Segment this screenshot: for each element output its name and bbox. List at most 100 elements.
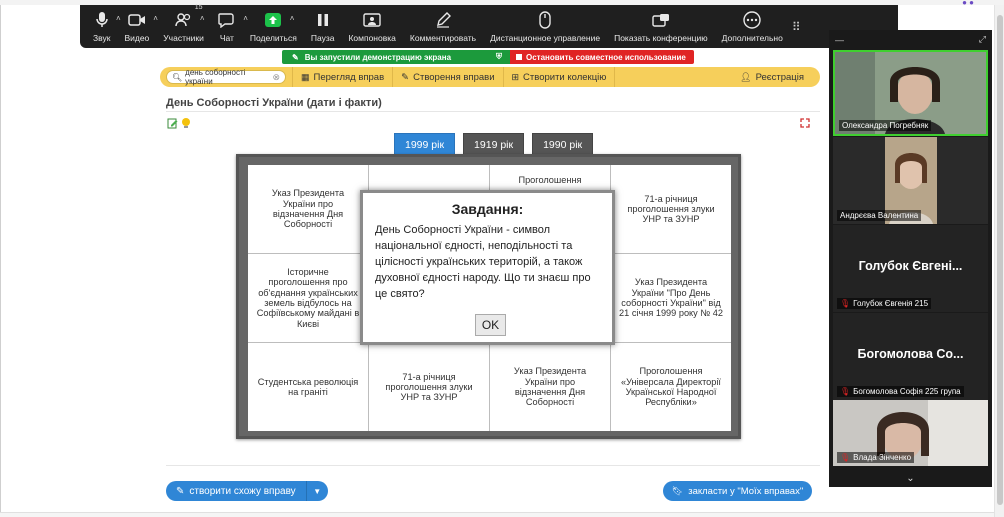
chevron-up-icon[interactable]: ˄ [290, 14, 295, 23]
participant-video-tile[interactable]: Андрєєва Валентина [833, 137, 988, 224]
create-similar-label: створити схожу вправу [189, 485, 296, 497]
puzzle-piece[interactable]: Указ Президента України про відзначення … [490, 343, 610, 431]
participants-label: Участники [163, 33, 204, 43]
share-screen-button[interactable]: ˄ Поделиться [243, 5, 304, 48]
collection-icon: ⊞ [511, 71, 520, 82]
user-icon: 👤︎ [740, 71, 752, 82]
puzzle-piece[interactable]: Указ Президента України про відзначення … [248, 165, 368, 253]
window-dots-icon: ● ● [962, 0, 974, 7]
pencil-icon: ✎ [401, 71, 410, 83]
puzzle-piece[interactable]: Історичне проголошення про об'єднання ук… [248, 254, 368, 342]
annotate-button[interactable]: Комментировать [403, 5, 483, 48]
fullscreen-icon[interactable] [800, 118, 810, 128]
stop-share-button[interactable]: Остановить совместное использование [510, 50, 694, 64]
participant-video-tile[interactable]: Олександра Погребняк [833, 50, 988, 136]
more-label: Дополнительно [721, 33, 783, 43]
chevron-down-icon[interactable]: ⌄ [829, 473, 992, 484]
pin-icon: ✎ [292, 52, 299, 62]
nav-register-label: Реєстрація [755, 71, 804, 83]
puzzle-piece-text: 71-а річниця проголошення злуки УНР та З… [385, 371, 473, 403]
minimize-icon[interactable]: — [835, 35, 844, 45]
participant-video-tile[interactable]: 🎙︎ Влада Зінченко [833, 400, 988, 466]
participant-name-text: Влада Зінченко [853, 453, 912, 462]
search-input[interactable]: 🔍︎ день соборності україни ⊗ [166, 68, 286, 86]
participants-icon [174, 13, 190, 27]
search-value: день соборності україни [185, 68, 246, 86]
puzzle-piece-text: Указ Президента України про відзначення … [513, 366, 587, 408]
tab-1990[interactable]: 1990 рік [532, 133, 594, 155]
pause-button[interactable]: Пауза [304, 5, 342, 48]
stop-share-label: Остановить совместное использование [526, 52, 686, 62]
microphone-icon [95, 12, 108, 27]
layout-label: Компоновка [348, 33, 396, 43]
show-meeting-icon [652, 14, 669, 27]
edit-note-icon[interactable] [167, 117, 179, 129]
puzzle-piece-text: 71-а річниця проголошення злуки УНР та З… [627, 193, 715, 225]
remote-control-mouse-icon [539, 11, 551, 29]
layout-button[interactable]: Компоновка [341, 5, 402, 48]
chat-icon [218, 13, 234, 28]
puzzle-piece-text: Проголошення «Універсала Директорії Укра… [621, 366, 721, 408]
puzzle-piece[interactable]: Студентська революція на граніті [248, 343, 368, 431]
chevron-down-icon[interactable]: ▼ [305, 481, 328, 501]
nav-create-app[interactable]: ✎ Створення вправи [393, 67, 504, 87]
participant-name: 🎙︎ Влада Зінченко [837, 452, 915, 463]
bookmark-button[interactable]: 🔖︎ закласти у "Моїх вправах" [663, 481, 812, 501]
layout-icon [363, 13, 381, 27]
task-dialog: Завдання: День Соборності України - симв… [360, 190, 615, 345]
muted-mic-icon: 🎙︎ [840, 299, 851, 308]
more-button[interactable]: Дополнительно [715, 5, 790, 48]
puzzle-piece[interactable]: 71-а річниця проголошення злуки УНР та З… [369, 343, 489, 431]
year-tabs: 1999 рік 1919 рік 1990 рік [394, 133, 594, 155]
nav-create-label: Створення вправи [413, 71, 495, 83]
more-icon [743, 11, 761, 29]
participant-display-name: Богомолова Со... [857, 347, 964, 361]
nav-register[interactable]: 👤︎ Реєстрація [732, 67, 812, 87]
participants-count: 15 [194, 4, 203, 11]
nav-create-collection[interactable]: ⊞ Створити колекцію [504, 67, 616, 87]
chat-button[interactable]: ˄ Чат [211, 5, 248, 48]
tab-1999[interactable]: 1999 рік [394, 133, 456, 155]
annotate-pen-icon [436, 12, 451, 28]
puzzle-piece-text: Студентська революція на граніті [257, 376, 359, 397]
remote-control-button[interactable]: Дистанционное управление [483, 5, 607, 48]
participant-tile[interactable]: Голубок Євгені... 🎙︎ Голубок Євгенія 215 [833, 225, 988, 312]
page-title: День Соборності України (дати і факти) [166, 97, 382, 109]
clear-search-icon[interactable]: ⊗ [272, 72, 280, 83]
participant-tile[interactable]: Богомолова Со... 🎙︎ Богомолова Софія 225 … [833, 313, 988, 400]
puzzle-piece-text: Указ Президента України про відзначення … [271, 188, 345, 230]
show-meeting-label: Показать конференцию [614, 33, 708, 43]
participant-name: Андрєєва Валентина [837, 210, 922, 221]
video-camera-icon [128, 14, 145, 26]
bookmark-label: закласти у "Моїх вправах" [688, 485, 804, 497]
pause-icon [317, 14, 328, 26]
puzzle-piece[interactable]: Проголошення «Універсала Директорії Укра… [611, 343, 731, 431]
video-gallery-panel: — ⤢ Олександра Погребняк Андрєєва Валент… [829, 30, 992, 487]
muted-mic-icon: 🎙︎ [840, 453, 851, 462]
participants-button[interactable]: 15 ˄ Участники [156, 4, 211, 48]
show-meeting-button[interactable]: Показать конференцию [607, 5, 715, 48]
puzzle-piece[interactable]: Указ Президента України "Про День соборн… [611, 254, 731, 342]
page-scrollbar[interactable] [994, 5, 1004, 517]
drag-handle-icon[interactable]: ⠿ [792, 20, 801, 34]
scrollbar-thumb[interactable] [997, 15, 1003, 505]
participant-name-text: Богомолова Софія 225 група [853, 387, 961, 396]
audio-button[interactable]: ˄ Звук [86, 5, 121, 48]
hint-bulb-icon[interactable] [180, 117, 192, 129]
tab-1919[interactable]: 1919 рік [463, 133, 525, 155]
chevron-up-icon[interactable]: ˄ [200, 14, 205, 23]
puzzle-piece[interactable]: 71-а річниця проголошення злуки УНР та З… [611, 165, 731, 253]
pause-label: Пауза [310, 33, 335, 43]
muted-mic-icon: 🎙︎ [840, 387, 851, 396]
participant-name: 🎙︎ Голубок Євгенія 215 [837, 298, 932, 309]
bottom-edge [0, 512, 994, 517]
nav-collection-label: Створити колекцію [523, 71, 607, 83]
create-similar-button[interactable]: ✎ створити схожу вправу ▼ [166, 481, 328, 501]
participant-name: 🎙︎ Богомолова Софія 225 група [837, 386, 964, 397]
grid-icon: ▦ [301, 71, 310, 82]
video-button[interactable]: ˄ Видео [117, 5, 157, 48]
ok-button[interactable]: OK [475, 314, 506, 336]
expand-icon[interactable]: ⤢ [979, 34, 986, 45]
nav-browse-apps[interactable]: ▦ Перегляд вправ [292, 67, 394, 87]
sharing-indicator: ✎ Вы запустили демонстрацию экрана ⛨ [282, 50, 510, 64]
